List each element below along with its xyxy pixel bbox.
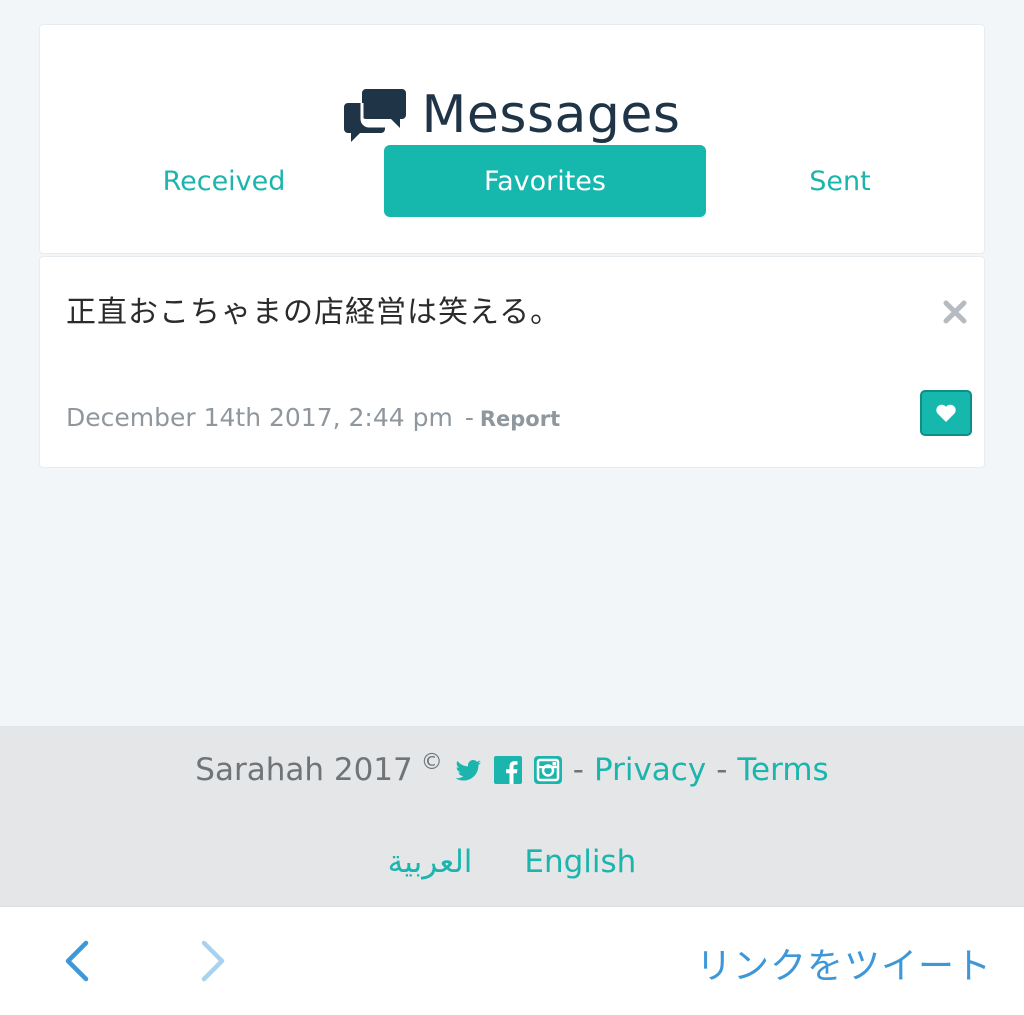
- instagram-icon[interactable]: [533, 755, 563, 785]
- tab-received[interactable]: Received: [104, 145, 344, 217]
- footer: Sarahah 2017 © - Privacy - Terms العربية…: [0, 726, 1024, 906]
- language-arabic-link[interactable]: العربية: [388, 844, 473, 880]
- tab-favorites[interactable]: Favorites: [384, 145, 706, 217]
- message-timestamp: December 14th 2017, 2:44 pm: [66, 403, 453, 432]
- report-link[interactable]: Report: [480, 407, 560, 431]
- message-tabs: Received Favorites Sent: [40, 145, 984, 217]
- message-meta: December 14th 2017, 2:44 pm - Report: [66, 403, 560, 432]
- browser-toolbar: リンクをツイート: [0, 906, 1024, 1015]
- footer-dash: -: [572, 752, 584, 788]
- footer-dash: -: [716, 752, 728, 788]
- tab-sent[interactable]: Sent: [720, 145, 960, 217]
- privacy-link[interactable]: Privacy: [594, 752, 706, 788]
- meta-separator: -: [464, 403, 474, 432]
- forward-chevron-icon[interactable]: [196, 939, 228, 983]
- language-switcher: العربية English: [0, 844, 1024, 880]
- page-title: Messages: [421, 85, 681, 145]
- copyright-symbol: ©: [420, 749, 443, 775]
- tweet-link-button[interactable]: リンクをツイート: [696, 937, 992, 989]
- page-title-row: Messages: [40, 87, 984, 143]
- page: Messages Received Favorites Sent 正直おこちゃま…: [0, 0, 1024, 1015]
- message-card: 正直おこちゃまの店経営は笑える。 December 14th 2017, 2:4…: [39, 256, 985, 468]
- heart-icon: [936, 404, 956, 422]
- copyright-text: Sarahah 2017: [195, 752, 413, 788]
- messages-header-card: Messages Received Favorites Sent: [39, 24, 985, 254]
- message-text: 正直おこちゃまの店経営は笑える。: [66, 295, 562, 330]
- favorite-button[interactable]: [920, 390, 972, 436]
- facebook-icon[interactable]: [493, 755, 523, 785]
- chat-bubbles-icon: [343, 89, 406, 142]
- terms-link[interactable]: Terms: [737, 752, 828, 788]
- language-english-link[interactable]: English: [524, 844, 636, 880]
- footer-links-row: Sarahah 2017 © - Privacy - Terms: [0, 749, 1024, 789]
- close-icon[interactable]: [942, 299, 968, 325]
- back-chevron-icon[interactable]: [62, 939, 94, 983]
- twitter-icon[interactable]: [453, 755, 483, 785]
